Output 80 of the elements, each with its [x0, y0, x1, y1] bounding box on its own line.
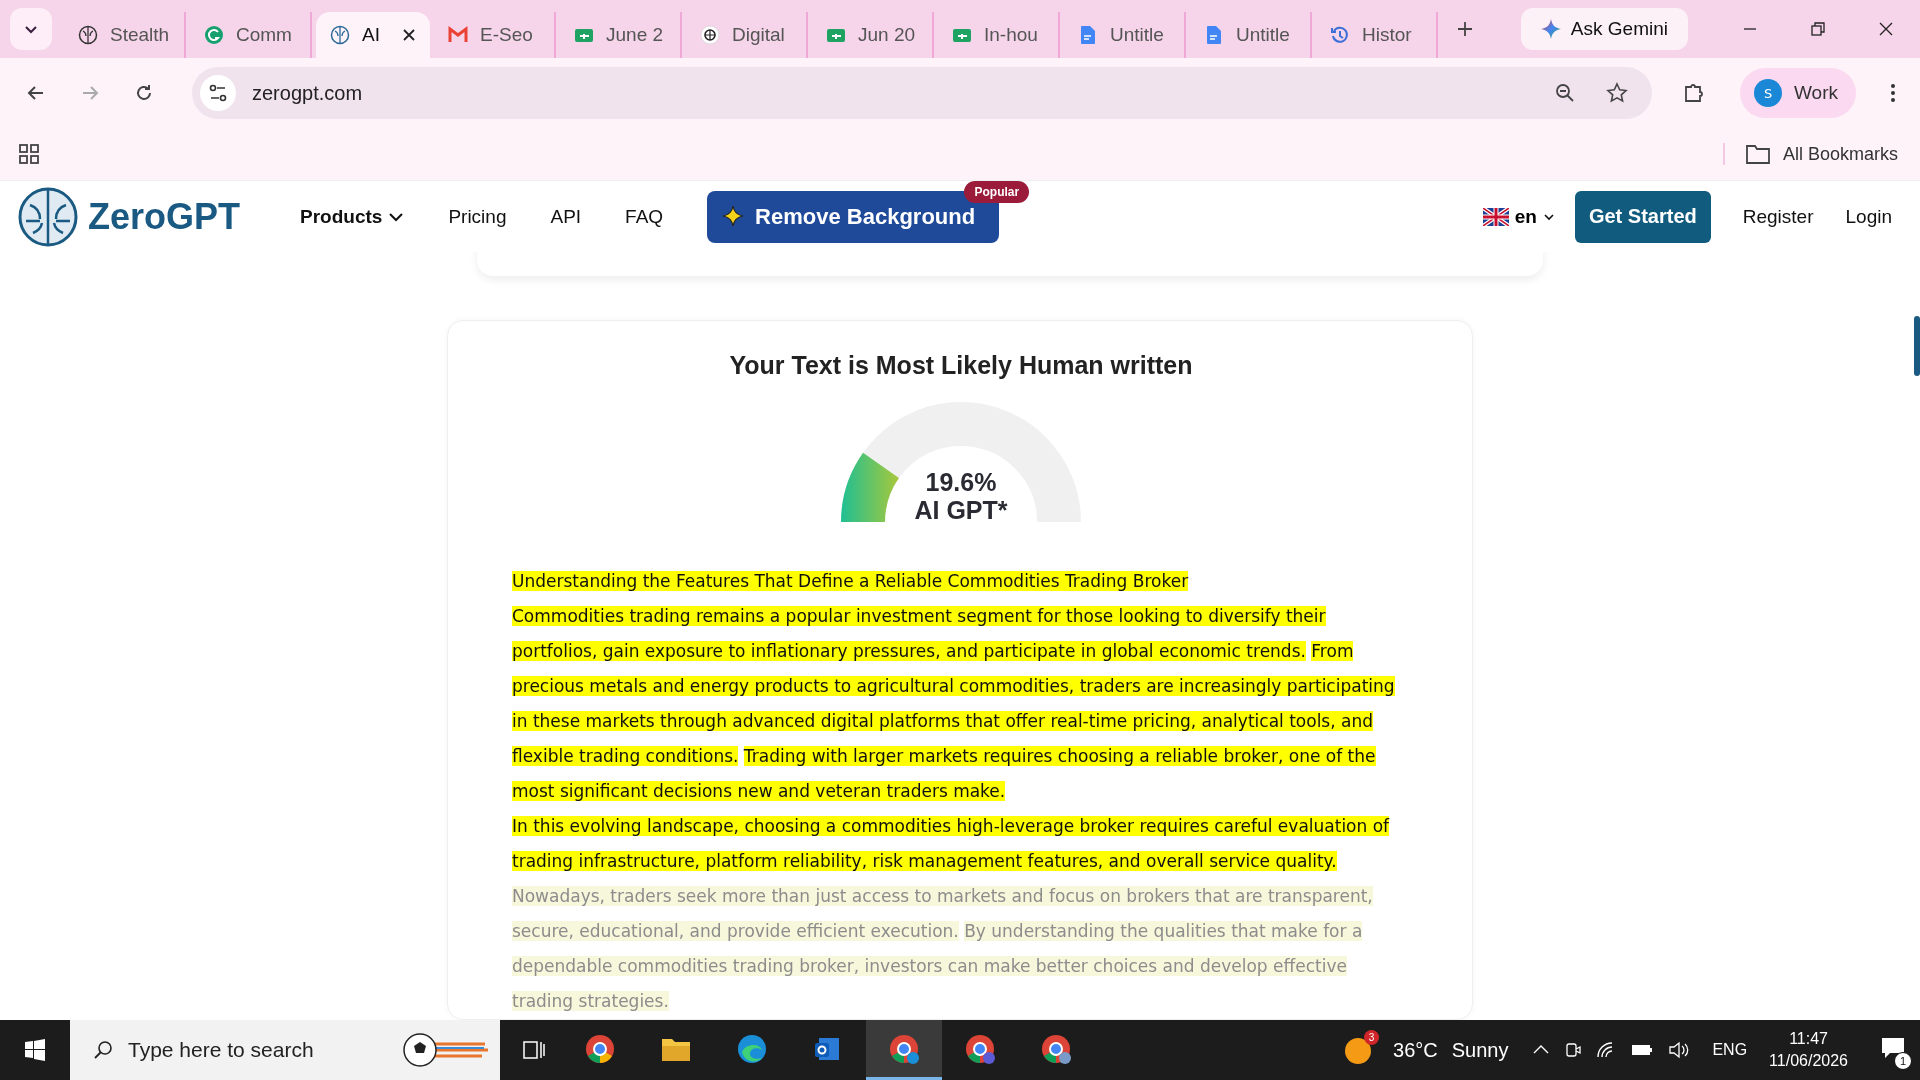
sparkle-icon	[721, 204, 746, 229]
browser-icon	[965, 1033, 995, 1064]
task-view-icon[interactable]	[522, 1038, 546, 1062]
address-bar[interactable]: zerogpt.com	[192, 67, 1652, 119]
weather-widget[interactable]: 3 36°C Sunny	[1343, 1025, 1509, 1075]
soccer-ball-icon	[400, 1030, 490, 1070]
document-icon	[1078, 25, 1098, 45]
browser-icon	[889, 1033, 919, 1064]
speaker-icon[interactable]	[1668, 1041, 1691, 1059]
browser-tab[interactable]: AI	[316, 12, 430, 58]
restore-icon[interactable]	[1810, 21, 1826, 37]
taskbar-search-field[interactable]: Type here to search	[126, 1037, 388, 1063]
zoom-out-icon[interactable]	[1554, 82, 1576, 104]
site-settings-icon[interactable]	[200, 75, 236, 111]
get-started-button[interactable]: Get Started	[1574, 190, 1711, 243]
browser-tab[interactable]: Untitle	[1064, 12, 1186, 58]
scrollbar-thumb[interactable]	[1914, 316, 1920, 376]
browser-tab[interactable]: E-Seo	[434, 12, 556, 58]
nav-link[interactable]: API	[550, 205, 582, 228]
knot-icon	[700, 25, 720, 45]
star-icon[interactable]	[1606, 82, 1628, 104]
camera-icon[interactable]	[1564, 1041, 1583, 1059]
more-icon[interactable]	[1890, 83, 1896, 103]
language-selector[interactable]: en	[1482, 205, 1555, 228]
wave-browser-icon	[737, 1033, 767, 1064]
browser-tab[interactable]: Stealth	[64, 12, 186, 58]
weather-condition: Sunny	[1451, 1038, 1509, 1062]
avatar: S	[1754, 79, 1782, 107]
browser-tab[interactable]: Untitle	[1190, 12, 1312, 58]
history-icon	[1330, 25, 1350, 45]
new-tab-icon[interactable]	[1456, 20, 1474, 38]
puzzle-icon[interactable]	[1682, 81, 1706, 105]
apps-grid-icon[interactable]	[18, 143, 40, 165]
ask-gemini-button[interactable]: Ask Gemini	[1520, 8, 1688, 50]
register-link[interactable]: Register	[1742, 205, 1814, 228]
mail-icon	[448, 25, 468, 45]
temperature: 36°C	[1393, 1038, 1438, 1062]
battery-icon[interactable]	[1630, 1042, 1655, 1058]
browser-tab[interactable]: Jun 20	[812, 12, 934, 58]
windows-start-icon[interactable]	[24, 1039, 46, 1061]
nav-link[interactable]: Products	[300, 205, 405, 228]
reload-icon[interactable]	[134, 83, 154, 103]
logo-text[interactable]: ZeroGPT	[88, 195, 240, 238]
nav-link[interactable]: FAQ	[625, 205, 664, 228]
close-icon[interactable]	[1878, 21, 1894, 37]
ai-label: AI GPT*	[914, 496, 1008, 524]
notification-count: 1	[1894, 1052, 1912, 1070]
browser-tab[interactable]: Digital	[686, 12, 808, 58]
document-icon	[1204, 25, 1224, 45]
notification-count: 3	[1364, 1029, 1380, 1045]
popular-badge: Popular	[964, 180, 1030, 203]
browser-tab[interactable]: In-hou	[938, 12, 1060, 58]
result-title: Your Text is Most Likely Human written	[729, 351, 1193, 380]
analyzed-paragraph: Nowadays, traders seek more than just access to markets and focus on brokers that are transparent, secure, educational, and provide efficient execution. By understanding the qualities that make for a dependable commodities trading broker, investors can make better choices and develop effective trading strategies.	[512, 885, 1374, 1013]
url-text: zerogpt.com	[252, 81, 363, 105]
nav-link[interactable]: Pricing	[448, 205, 507, 228]
search-icon	[92, 1039, 114, 1061]
close-icon[interactable]	[402, 28, 416, 42]
brain-icon	[330, 25, 350, 45]
login-link[interactable]: Login	[1845, 205, 1892, 228]
browser-icon	[1041, 1033, 1071, 1064]
browser-tab[interactable]: Histor	[1316, 12, 1438, 58]
browser-tab[interactable]: Comm	[190, 12, 312, 58]
profile-button[interactable]: S Work	[1740, 68, 1856, 118]
ai-percentage: 19.6%	[925, 469, 997, 497]
taskbar-search-box[interactable]: Type here to search	[70, 1020, 500, 1080]
sparkle-icon	[1540, 19, 1561, 39]
brain-logo-icon[interactable]	[18, 186, 78, 247]
sun-icon	[1343, 1035, 1374, 1066]
brain-icon	[78, 25, 98, 45]
profile-name: Work	[1794, 82, 1838, 104]
browser-tab[interactable]: June 2	[560, 12, 682, 58]
input-language[interactable]: ENG	[1712, 1041, 1748, 1059]
taskbar-app[interactable]	[866, 1020, 942, 1080]
all-bookmarks-button[interactable]: All Bookmarks	[1722, 143, 1898, 165]
g-letter-icon	[204, 25, 224, 45]
uk-flag-icon	[1482, 207, 1509, 226]
folder-icon	[1744, 143, 1771, 165]
clock[interactable]: 11:47 11/06/2026	[1769, 1028, 1848, 1072]
browser-icon	[585, 1033, 615, 1064]
